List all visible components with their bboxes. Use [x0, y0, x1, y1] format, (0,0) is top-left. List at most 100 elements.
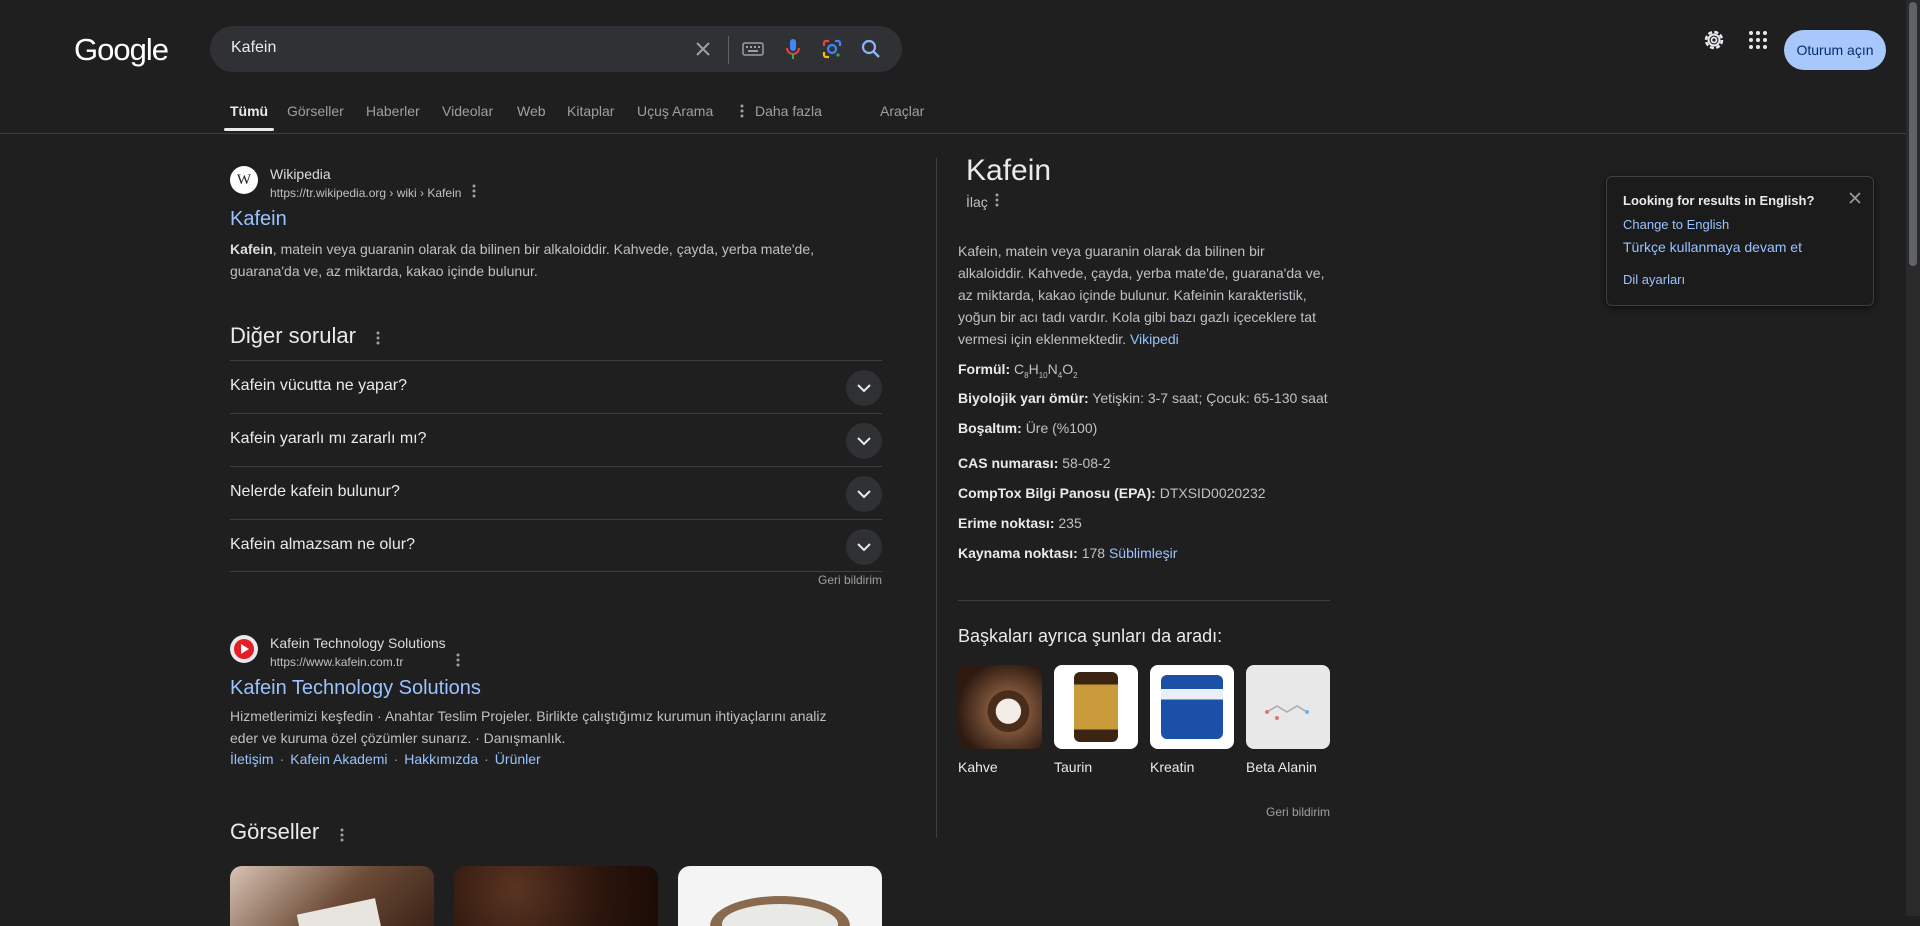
result-url[interactable]: https://tr.wikipedia.org › wiki › Kafein [270, 186, 461, 200]
also-searched-item[interactable]: Beta Alanin [1246, 665, 1330, 775]
tab-tools[interactable]: Araçlar [880, 103, 924, 119]
tab-more[interactable]: Daha fazla [755, 103, 822, 119]
lens-icon[interactable] [821, 38, 843, 60]
beta-alanine-thumbnail [1246, 665, 1330, 749]
formula-n: N [1047, 361, 1058, 377]
keyboard-icon[interactable] [742, 38, 764, 60]
image-result-caffeine-powder[interactable] [678, 866, 882, 926]
kp-fact-excretion: Boşaltım: Üre (%100) [958, 420, 1097, 436]
tab-books[interactable]: Kitaplar [567, 103, 614, 119]
fact-label: Erime noktası: [958, 515, 1055, 531]
images-menu-icon[interactable] [340, 828, 344, 845]
fact-label: Biyolojik yarı ömür: [958, 390, 1089, 406]
tab-web[interactable]: Web [517, 103, 546, 119]
paa-question-text: Kafein yararlı mı zararlı mı? [230, 430, 427, 447]
paa-question-text: Nelerde kafein bulunur? [230, 483, 400, 500]
tab-videos[interactable]: Videolar [442, 103, 493, 119]
sitelink-products[interactable]: Ürünler [495, 751, 541, 767]
result-menu-icon[interactable] [456, 653, 460, 670]
molecule-icon [1265, 705, 1309, 720]
mic-icon[interactable] [782, 38, 804, 60]
header: Google Kafein Oturum açın Tümü Görseller [0, 0, 1906, 134]
creatine-thumbnail [1150, 665, 1234, 749]
tab-all[interactable]: Tümü [230, 103, 268, 119]
knowledge-panel-divider [936, 158, 937, 838]
change-to-english-link[interactable]: Change to English [1623, 217, 1729, 232]
result-url[interactable]: https://www.kafein.com.tr [270, 655, 403, 669]
image-result-coffee-beans[interactable] [454, 866, 658, 926]
chevron-down-icon[interactable] [846, 529, 882, 565]
sitelink-about[interactable]: Hakkımızda [404, 751, 478, 767]
language-settings-link[interactable]: Dil ayarları [1623, 272, 1685, 287]
wikipedia-favicon-icon: W [230, 166, 258, 194]
also-searched-label: Kahve [958, 759, 998, 775]
chevron-down-icon[interactable] [846, 476, 882, 512]
result-snippet: Hizmetlerimizi keşfedin · Anahtar Teslim… [230, 708, 827, 746]
images-heading: Görseller [230, 819, 320, 844]
clear-icon[interactable] [692, 38, 714, 60]
taurine-thumbnail [1054, 665, 1138, 749]
google-logo[interactable]: Google [74, 32, 169, 68]
paa-menu-icon[interactable] [376, 331, 380, 348]
sitelink-contact[interactable]: İletişim [230, 751, 274, 767]
kp-title: Kafein [966, 154, 1052, 187]
search-box[interactable]: Kafein [210, 26, 902, 72]
search-input[interactable]: Kafein [231, 39, 276, 57]
more-vert-icon [740, 104, 744, 123]
search-result-wikipedia: W Wikipedia https://tr.wikipedia.org › w… [230, 166, 890, 286]
result-menu-icon[interactable] [472, 184, 476, 201]
result-site-name[interactable]: Kafein Technology Solutions [270, 635, 446, 651]
tab-flights[interactable]: Uçuş Arama [637, 103, 713, 119]
result-title-link[interactable]: Kafein Technology Solutions [230, 677, 481, 700]
also-searched-label: Beta Alanin [1246, 759, 1317, 775]
keep-turkish-link[interactable]: Türkçe kullanmaya devam et [1623, 239, 1802, 255]
search-icon[interactable] [860, 38, 882, 60]
scrollbar-thumb[interactable] [1909, 2, 1917, 266]
close-icon[interactable] [1849, 191, 1861, 209]
lang-popup-title: Looking for results in English? [1623, 193, 1815, 208]
paa-question[interactable]: Kafein yararlı mı zararlı mı? [230, 413, 882, 466]
fact-value: Üre (%100) [1025, 420, 1098, 436]
result-title-link[interactable]: Kafein [230, 208, 287, 231]
paa-question[interactable]: Kafein vücutta ne yapar? [230, 360, 882, 413]
bottle-shape [1074, 672, 1118, 742]
tab-news[interactable]: Haberler [366, 103, 420, 119]
paa-question-text: Kafein vücutta ne yapar? [230, 377, 408, 394]
also-searched-item[interactable]: Taurin [1054, 665, 1138, 775]
sitelink-separator: · [279, 751, 285, 767]
result-snippet: Kafein, matein veya guaranin olarak da b… [230, 238, 850, 282]
formula-h: H [1028, 361, 1039, 377]
result-sitelinks: İletişim · Kafein Akademi · Hakkımızda · Ürünl… [230, 751, 541, 767]
fact-label: CAS numarası: [958, 455, 1059, 471]
formula-h-n: 10 [1038, 370, 1048, 380]
image-result-coffee-beans-paper[interactable] [230, 866, 434, 926]
chevron-down-icon[interactable] [846, 370, 882, 406]
kp-menu-icon[interactable] [995, 193, 999, 210]
tab-images[interactable]: Görseller [287, 103, 344, 119]
fact-value: DTXSID0020232 [1159, 485, 1266, 501]
kp-source-link[interactable]: Vikipedi [1130, 331, 1179, 347]
result-site-name[interactable]: Wikipedia [270, 166, 331, 182]
paa-question[interactable]: Kafein almazsam ne olur? [230, 519, 882, 572]
search-divider [728, 36, 729, 64]
chevron-down-icon[interactable] [846, 423, 882, 459]
paa-question[interactable]: Nelerde kafein bulunur? [230, 466, 882, 519]
gear-icon[interactable] [1702, 28, 1726, 57]
fact-label: CompTox Bilgi Panosu (EPA): [958, 485, 1156, 501]
kp-fact-halflife: Biyolojik yarı ömür: Yetişkin: 3-7 saat;… [958, 390, 1328, 406]
boiling-link[interactable]: Süblimleşir [1109, 545, 1177, 561]
kp-also-searched-heading: Başkaları ayrıca şunları da aradı: [958, 626, 1223, 646]
fact-value: 58-08-2 [1062, 455, 1111, 471]
paa-feedback-link[interactable]: Geri bildirim [818, 573, 882, 587]
also-searched-item[interactable]: Kreatin [1150, 665, 1234, 775]
apps-icon[interactable] [1748, 30, 1768, 55]
container-shape [1161, 675, 1223, 739]
kp-feedback-link[interactable]: Geri bildirim [1266, 805, 1330, 819]
sitelink-academy[interactable]: Kafein Akademi [290, 751, 387, 767]
also-searched-label: Kreatin [1150, 759, 1195, 775]
page-scrollbar[interactable] [1906, 0, 1920, 916]
also-searched-item[interactable]: Kahve [958, 665, 1042, 775]
kp-fact-formula: Formül: C8H10N4O2 [958, 361, 1078, 380]
coffee-thumbnail [958, 665, 1042, 749]
signin-button[interactable]: Oturum açın [1784, 30, 1886, 70]
